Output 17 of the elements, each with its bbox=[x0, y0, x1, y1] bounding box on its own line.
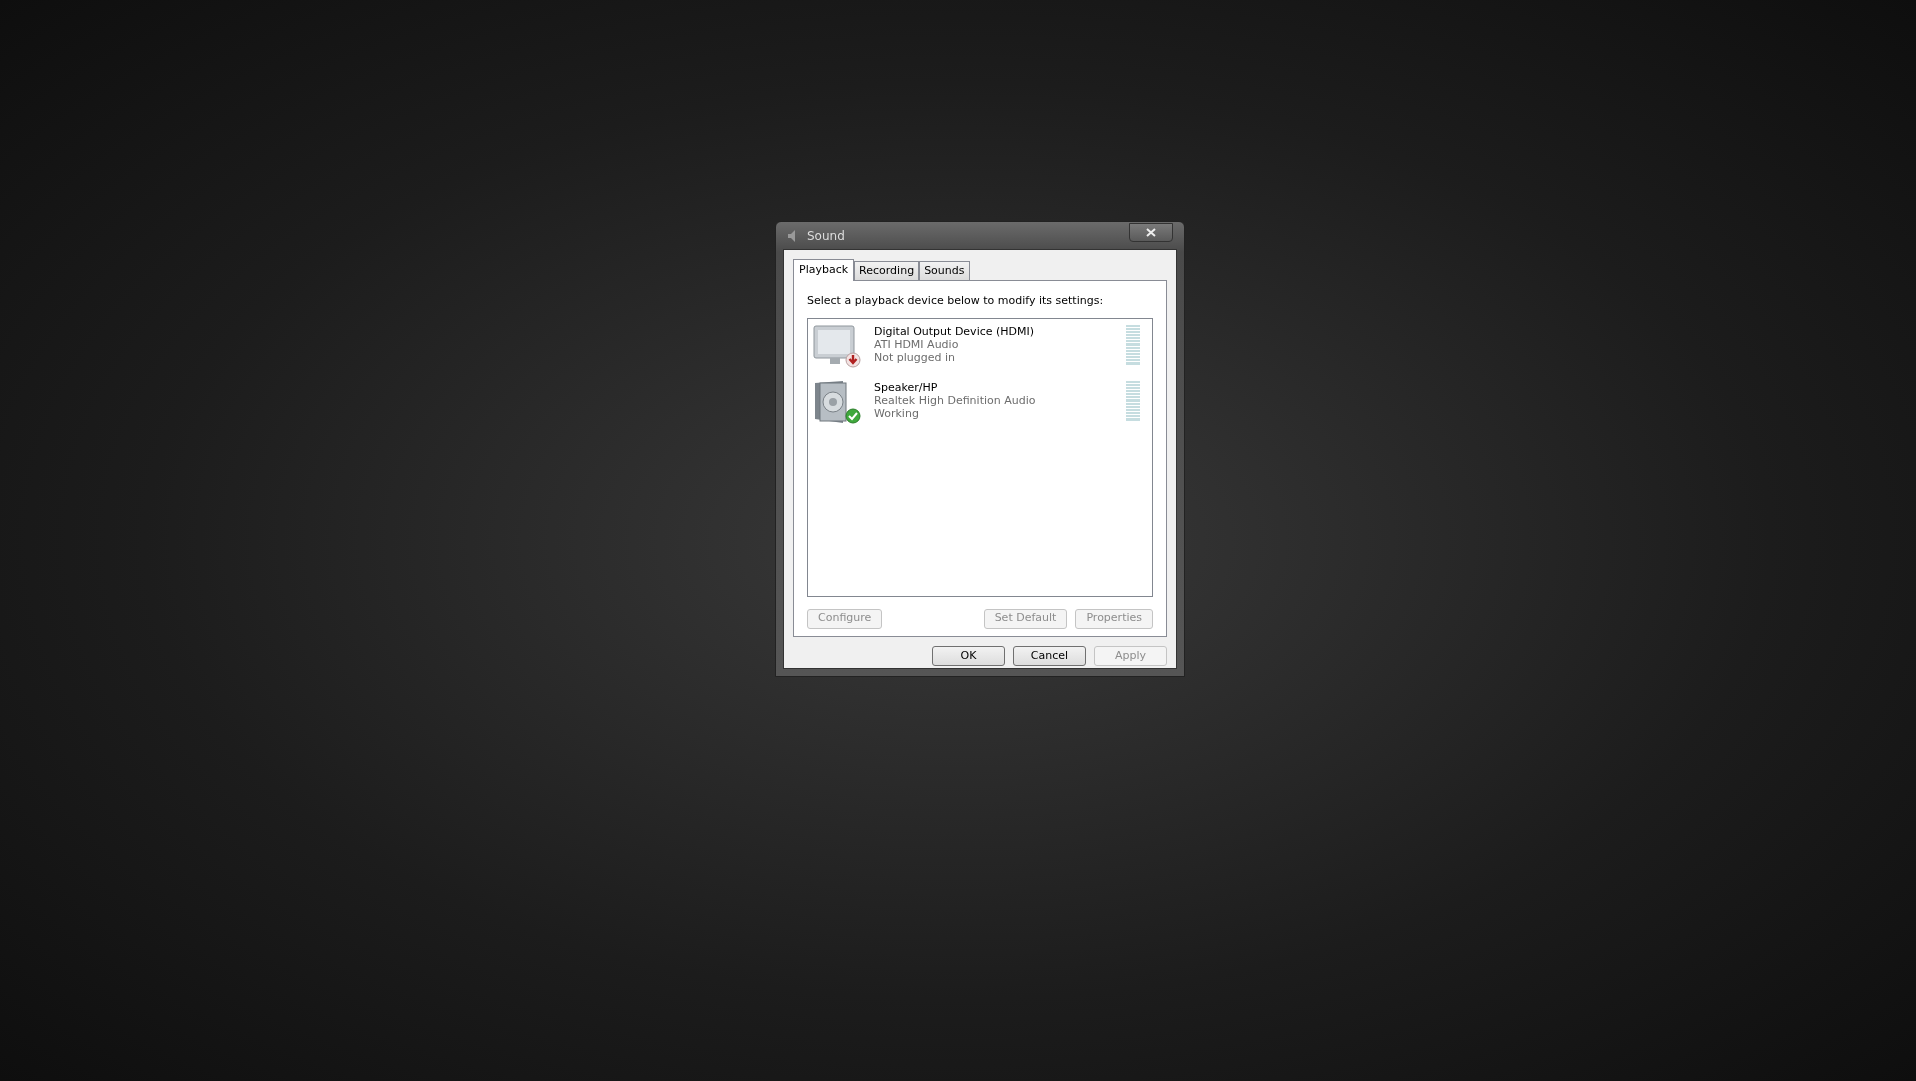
device-name: Digital Output Device (HDMI) bbox=[874, 324, 1036, 338]
device-driver: ATI HDMI Audio bbox=[874, 337, 960, 351]
device-status: Not plugged in bbox=[874, 350, 957, 364]
instruction-text: Select a playback device below to modify its settings: bbox=[807, 293, 1105, 309]
tab[interactable]: Sounds bbox=[919, 261, 970, 280]
level-meter bbox=[1126, 380, 1140, 421]
window-title: Sound bbox=[807, 227, 845, 245]
device-status: Working bbox=[874, 406, 920, 420]
close-icon bbox=[1146, 228, 1156, 237]
tab[interactable]: Recording bbox=[854, 261, 920, 280]
level-meter bbox=[1126, 324, 1140, 365]
device-driver: Realtek High Definition Audio bbox=[874, 393, 1037, 407]
close-button[interactable] bbox=[1129, 223, 1173, 242]
dialog-button[interactable]: OK bbox=[932, 646, 1005, 666]
tab[interactable]: Playback bbox=[793, 259, 855, 281]
dialog-button[interactable]: Cancel bbox=[1013, 646, 1086, 666]
device-name: Speaker/HP bbox=[874, 380, 939, 394]
